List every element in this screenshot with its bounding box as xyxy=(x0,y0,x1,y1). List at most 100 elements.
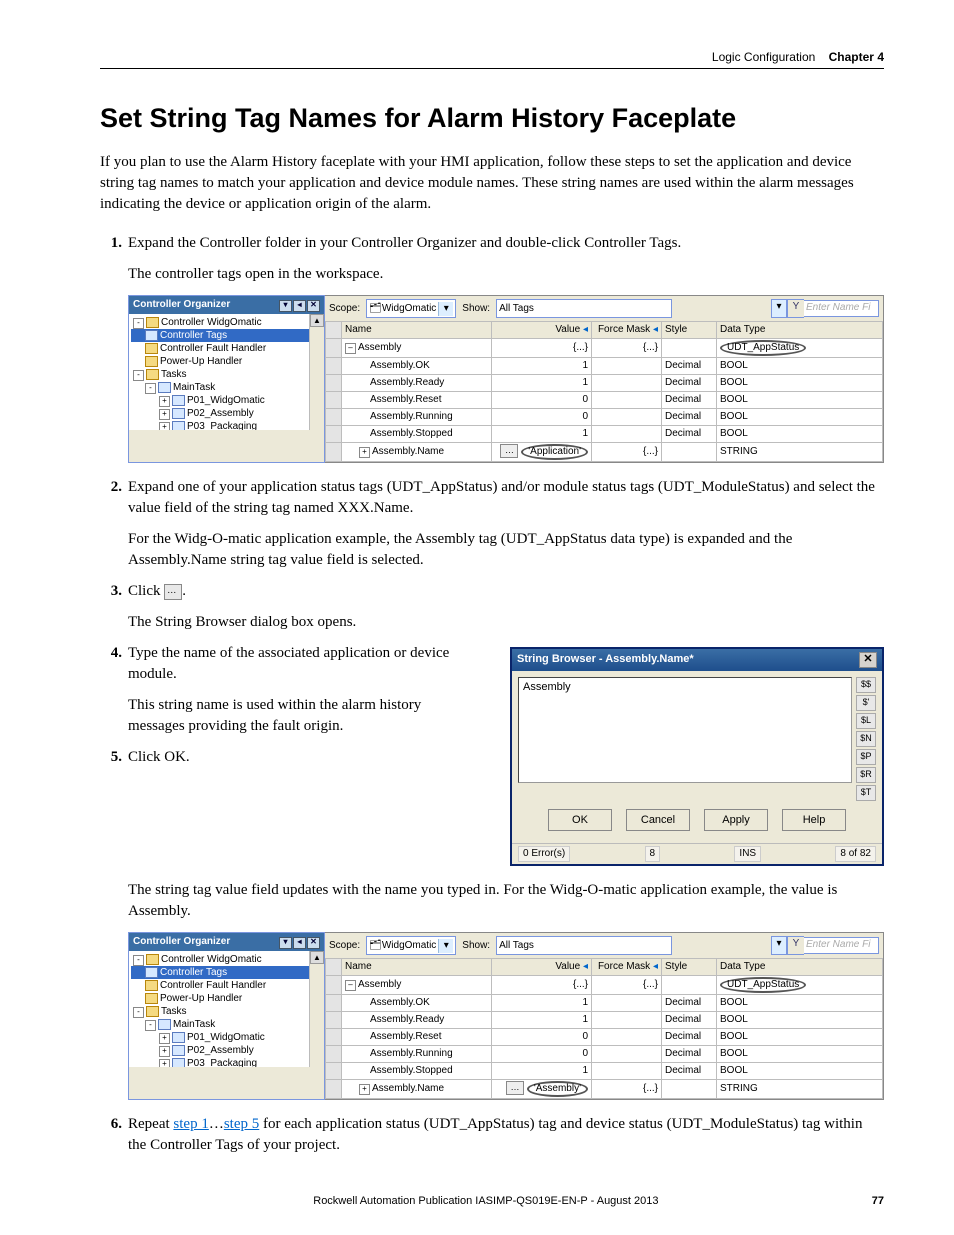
intro-paragraph: If you plan to use the Alarm History fac… xyxy=(100,152,884,215)
step-4-sub: This string name is used within the alar… xyxy=(128,695,458,737)
step-4: String Browser - Assembly.Name* ✕ Assemb… xyxy=(128,643,884,737)
tree-tasks[interactable]: Tasks xyxy=(161,369,187,380)
tree-title-2: Controller Organizer xyxy=(133,935,230,949)
step-4-text: Type the name of the associated applicat… xyxy=(128,645,449,682)
col-style-2[interactable]: Style xyxy=(662,959,717,976)
step-1-sub: The controller tags open in the workspac… xyxy=(128,264,884,285)
tag-row[interactable]: Assembly.Running0DecimalBOOL xyxy=(326,1046,883,1063)
step-5-sub: The string tag value field updates with … xyxy=(128,880,884,922)
link-step-5[interactable]: step 5 xyxy=(224,1116,259,1132)
step-6-text-a: Repeat xyxy=(128,1116,173,1132)
step-3-sub: The String Browser dialog box opens. xyxy=(128,612,884,633)
scope-combo[interactable]: 🗂 WidgOmatic▾ xyxy=(366,299,456,318)
tag-row[interactable]: Assembly.Reset0DecimalBOOL xyxy=(326,392,883,409)
col-name-2[interactable]: Name xyxy=(342,959,492,976)
step-3-text-a: Click xyxy=(128,583,164,599)
page-header: Logic Configuration Chapter 4 xyxy=(100,50,884,69)
step-5: 5. Click OK. The string tag value field … xyxy=(128,747,884,1100)
col-force-2[interactable]: Force Mask ◂ xyxy=(592,959,662,976)
tree-fh-2[interactable]: Controller Fault Handler xyxy=(131,979,324,992)
filter-dropdown[interactable]: ▾ xyxy=(771,299,787,318)
step-1: 1. Expand the Controller folder in your … xyxy=(128,233,884,463)
show-label-2: Show: xyxy=(462,939,490,953)
tag-grid-1: Name Value ◂ Force Mask ◂ Style Data Typ… xyxy=(325,321,883,462)
col-name[interactable]: Name xyxy=(342,322,492,339)
step-6-mid: … xyxy=(209,1116,224,1132)
tag-row[interactable]: Assembly.Ready1DecimalBOOL xyxy=(326,375,883,392)
show-combo-2[interactable]: All Tags xyxy=(496,936,672,955)
tree-window-buttons[interactable]: ▾◂✕ xyxy=(278,298,320,312)
tree-prog-2[interactable]: +P02_Assembly xyxy=(131,407,324,420)
section-title: Set String Tag Names for Alarm History F… xyxy=(100,103,884,134)
tree-pu-2[interactable]: Power-Up Handler xyxy=(131,992,324,1005)
side-btn-quote[interactable]: $' xyxy=(856,695,876,711)
screenshot-controller-tags-2: Controller Organizer ▾◂✕ -Controller Wid… xyxy=(128,932,884,1100)
col-type[interactable]: Data Type xyxy=(717,322,883,339)
tag-row[interactable]: –Assembly{...}{...}UDT_AppStatus xyxy=(326,976,883,995)
tree-controller[interactable]: Controller WidgOmatic xyxy=(161,317,262,328)
col-force[interactable]: Force Mask ◂ xyxy=(592,322,662,339)
filter-dd-2[interactable]: ▾ xyxy=(771,936,787,955)
tree-tasks-2[interactable]: Tasks xyxy=(161,1006,187,1017)
side-btn-dollar[interactable]: $$ xyxy=(856,677,876,693)
filter-icon-2[interactable]: Y xyxy=(787,936,804,955)
screenshot-controller-tags-1: Controller Organizer ▾◂✕ -Controller Wid… xyxy=(128,295,884,463)
dialog-title: String Browser - Assembly.Name* xyxy=(517,652,694,667)
controller-organizer-panel: Controller Organizer ▾◂✕ -Controller Wid… xyxy=(128,295,325,463)
step-3-text-b: . xyxy=(182,583,186,599)
tag-row[interactable]: Assembly.OK1DecimalBOOL xyxy=(326,358,883,375)
tag-row[interactable]: Assembly.Running0DecimalBOOL xyxy=(326,409,883,426)
link-step-1[interactable]: step 1 xyxy=(173,1116,208,1132)
tag-row[interactable]: –Assembly{...}{...}UDT_AppStatus xyxy=(326,339,883,358)
tree-p3-2[interactable]: +P03_Packaging xyxy=(131,1057,324,1067)
footer-page-number: 77 xyxy=(872,1195,884,1207)
side-btn-n[interactable]: $N xyxy=(856,731,876,747)
tag-row[interactable]: Assembly.Stopped1DecimalBOOL xyxy=(326,1063,883,1080)
side-btn-l[interactable]: $L xyxy=(856,713,876,729)
col-style[interactable]: Style xyxy=(662,322,717,339)
tag-row[interactable]: +Assembly.Name… 'Application'{...}STRING xyxy=(326,443,883,462)
footer-publication: Rockwell Automation Publication IASIMP-Q… xyxy=(100,1195,872,1207)
col-type-2[interactable]: Data Type xyxy=(717,959,883,976)
tag-row[interactable]: Assembly.Reset0DecimalBOOL xyxy=(326,1029,883,1046)
tree-scrollbar[interactable] xyxy=(309,314,324,430)
step-3: 3. Click . The String Browser dialog box… xyxy=(128,581,884,633)
step-2-sub: For the Widg-O-matic application example… xyxy=(128,529,884,571)
tag-grid-panel-2: Scope: 🗂 WidgOmatic▾ Show: All Tags ▾ Y … xyxy=(325,932,884,1100)
tree-maintask[interactable]: MainTask xyxy=(173,382,215,393)
tree-controller-2[interactable]: Controller WidgOmatic xyxy=(161,954,262,965)
filter-icon[interactable]: Y xyxy=(787,299,804,318)
scope-combo-2[interactable]: 🗂 WidgOmatic▾ xyxy=(366,936,456,955)
tree-powerup-handler[interactable]: Power-Up Handler xyxy=(131,355,324,368)
step-2-text: Expand one of your application status ta… xyxy=(128,479,875,516)
tree-maintask-2[interactable]: MainTask xyxy=(173,1019,215,1030)
col-value[interactable]: Value ◂ xyxy=(492,322,592,339)
controller-organizer-panel-2: Controller Organizer ▾◂✕ -Controller Wid… xyxy=(128,932,325,1100)
dialog-close-icon[interactable]: ✕ xyxy=(859,652,877,668)
tag-grid-panel: Scope: 🗂 WidgOmatic▾ Show: All Tags ▾ Y … xyxy=(325,295,884,463)
show-combo[interactable]: All Tags xyxy=(496,299,672,318)
tree-prog-3[interactable]: +P03_Packaging xyxy=(131,420,324,430)
tag-row[interactable]: Assembly.Stopped1DecimalBOOL xyxy=(326,426,883,443)
step-5-text: Click OK. xyxy=(128,749,190,765)
tag-row[interactable]: Assembly.OK1DecimalBOOL xyxy=(326,995,883,1012)
tree-p2-2[interactable]: +P02_Assembly xyxy=(131,1044,324,1057)
scope-label-2: Scope: xyxy=(329,939,360,953)
col-value-2[interactable]: Value ◂ xyxy=(492,959,592,976)
filter-input-2[interactable]: Enter Name Fi xyxy=(804,937,879,954)
tag-grid-2: Name Value ◂ Force Mask ◂ Style Data Typ… xyxy=(325,958,883,1099)
tree-scrollbar-2[interactable] xyxy=(309,951,324,1067)
ellipsis-button-icon xyxy=(164,584,182,600)
tag-row[interactable]: +Assembly.Name… 'Assembly'{...}STRING xyxy=(326,1080,883,1099)
tree-p1-2[interactable]: +P01_WidgOmatic xyxy=(131,1031,324,1044)
tree-controller-tags-2[interactable]: Controller Tags xyxy=(131,966,324,979)
tree-fault-handler[interactable]: Controller Fault Handler xyxy=(131,342,324,355)
tree-prog-1[interactable]: +P01_WidgOmatic xyxy=(131,394,324,407)
show-label: Show: xyxy=(462,302,490,316)
tag-row[interactable]: Assembly.Ready1DecimalBOOL xyxy=(326,1012,883,1029)
tree-window-buttons-2[interactable]: ▾◂✕ xyxy=(278,935,320,949)
tree-controller-tags[interactable]: Controller Tags xyxy=(131,329,324,342)
step-6: 6. Repeat step 1…step 5 for each applica… xyxy=(128,1114,884,1156)
filter-input[interactable]: Enter Name Fi xyxy=(804,300,879,317)
step-2: 2. Expand one of your application status… xyxy=(128,477,884,571)
